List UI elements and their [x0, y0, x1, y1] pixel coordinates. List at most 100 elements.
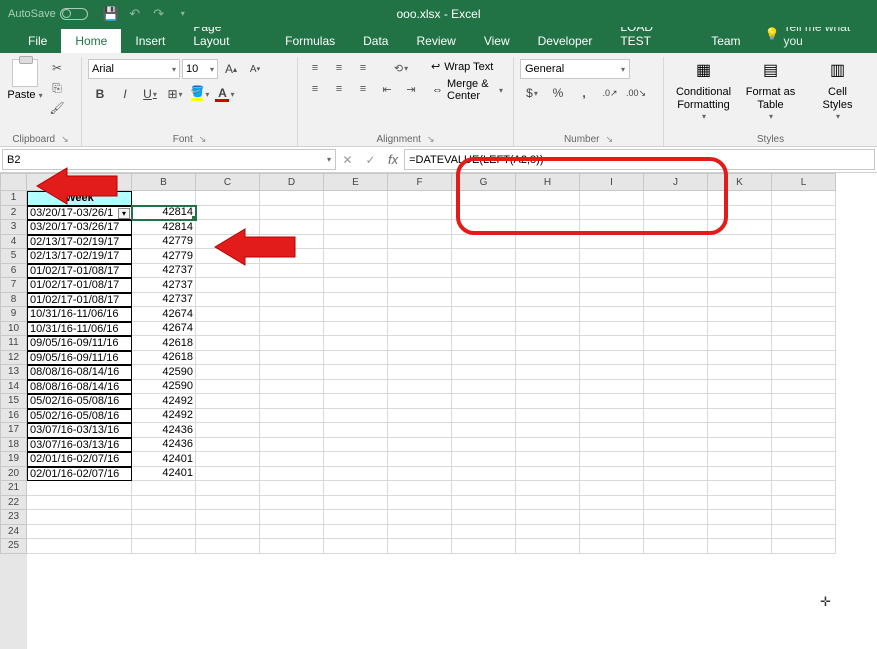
cell-J11[interactable]: [644, 336, 708, 351]
border-button[interactable]: ⊞▾: [163, 83, 187, 105]
cell-D1[interactable]: [260, 191, 324, 206]
cell-B14[interactable]: 42590: [132, 380, 196, 395]
cell-G21[interactable]: [452, 481, 516, 496]
cell-J13[interactable]: [644, 365, 708, 380]
cell-H14[interactable]: [516, 380, 580, 395]
cell-B18[interactable]: 42436: [132, 438, 196, 453]
cell-I19[interactable]: [580, 452, 644, 467]
cell-E2[interactable]: [324, 206, 388, 221]
cell-H6[interactable]: [516, 264, 580, 279]
cell-H10[interactable]: [516, 322, 580, 337]
cell-A12[interactable]: 09/05/16-09/11/16: [27, 351, 132, 366]
cell-B21[interactable]: [132, 481, 196, 496]
cell-A16[interactable]: 05/02/16-05/08/16: [27, 409, 132, 424]
col-header-I[interactable]: I: [580, 173, 644, 191]
cell-F22[interactable]: [388, 496, 452, 511]
cell-F24[interactable]: [388, 525, 452, 540]
cell-H19[interactable]: [516, 452, 580, 467]
cell-L3[interactable]: [772, 220, 836, 235]
cell-K9[interactable]: [708, 307, 772, 322]
cell-I8[interactable]: [580, 293, 644, 308]
cell-D11[interactable]: [260, 336, 324, 351]
col-header-J[interactable]: J: [644, 173, 708, 191]
font-name-select[interactable]: Arial▾: [88, 59, 180, 79]
cell-J25[interactable]: [644, 539, 708, 554]
cell-L9[interactable]: [772, 307, 836, 322]
cell-H24[interactable]: [516, 525, 580, 540]
cell-J15[interactable]: [644, 394, 708, 409]
cell-B9[interactable]: 42674: [132, 307, 196, 322]
row-header-6[interactable]: 6: [0, 264, 27, 279]
col-header-A[interactable]: A: [27, 173, 132, 191]
cell-L2[interactable]: [772, 206, 836, 221]
cell-L1[interactable]: [772, 191, 836, 206]
cell-F17[interactable]: [388, 423, 452, 438]
save-icon[interactable]: 💾: [102, 5, 120, 23]
cell-F10[interactable]: [388, 322, 452, 337]
row-header-25[interactable]: 25: [0, 539, 27, 554]
cell-K16[interactable]: [708, 409, 772, 424]
cell-A19[interactable]: 02/01/16-02/07/16: [27, 452, 132, 467]
cell-E1[interactable]: [324, 191, 388, 206]
cell-G7[interactable]: [452, 278, 516, 293]
cell-D24[interactable]: [260, 525, 324, 540]
cell-I16[interactable]: [580, 409, 644, 424]
col-header-K[interactable]: K: [708, 173, 772, 191]
cell-J8[interactable]: [644, 293, 708, 308]
align-left-icon[interactable]: ≡: [304, 80, 326, 98]
cell-L8[interactable]: [772, 293, 836, 308]
cell-D13[interactable]: [260, 365, 324, 380]
cell-D19[interactable]: [260, 452, 324, 467]
cell-D22[interactable]: [260, 496, 324, 511]
cell-B16[interactable]: 42492: [132, 409, 196, 424]
cell-E5[interactable]: [324, 249, 388, 264]
cell-B25[interactable]: [132, 539, 196, 554]
cell-D23[interactable]: [260, 510, 324, 525]
row-header-1[interactable]: 1: [0, 191, 27, 206]
cell-C8[interactable]: [196, 293, 260, 308]
row-header-8[interactable]: 8: [0, 293, 27, 308]
cell-H22[interactable]: [516, 496, 580, 511]
cell-K19[interactable]: [708, 452, 772, 467]
row-header-21[interactable]: 21: [0, 481, 27, 496]
cell-H8[interactable]: [516, 293, 580, 308]
cell-D20[interactable]: [260, 467, 324, 482]
cell-K24[interactable]: [708, 525, 772, 540]
cell-L10[interactable]: [772, 322, 836, 337]
cell-B3[interactable]: 42814: [132, 220, 196, 235]
cell-F6[interactable]: [388, 264, 452, 279]
tab-developer[interactable]: Developer: [524, 29, 607, 53]
cell-G10[interactable]: [452, 322, 516, 337]
cell-B19[interactable]: 42401: [132, 452, 196, 467]
cell-K18[interactable]: [708, 438, 772, 453]
cell-F11[interactable]: [388, 336, 452, 351]
cell-I20[interactable]: [580, 467, 644, 482]
cell-E22[interactable]: [324, 496, 388, 511]
cell-L15[interactable]: [772, 394, 836, 409]
row-header-10[interactable]: 10: [0, 322, 27, 337]
cell-K15[interactable]: [708, 394, 772, 409]
cell-E15[interactable]: [324, 394, 388, 409]
cell-D2[interactable]: [260, 206, 324, 221]
cell-C9[interactable]: [196, 307, 260, 322]
cell-E23[interactable]: [324, 510, 388, 525]
underline-button[interactable]: U▾: [138, 83, 162, 105]
cell-D16[interactable]: [260, 409, 324, 424]
qat-dropdown-icon[interactable]: ▾: [174, 5, 192, 23]
cell-H5[interactable]: [516, 249, 580, 264]
cell-C4[interactable]: [196, 235, 260, 250]
cell-D18[interactable]: [260, 438, 324, 453]
cell-E17[interactable]: [324, 423, 388, 438]
number-format-select[interactable]: General▾: [520, 59, 630, 79]
cell-F8[interactable]: [388, 293, 452, 308]
cell-A8[interactable]: 01/02/17-01/08/17: [27, 293, 132, 308]
cell-H15[interactable]: [516, 394, 580, 409]
cell-A22[interactable]: [27, 496, 132, 511]
cell-F14[interactable]: [388, 380, 452, 395]
paste-button[interactable]: Paste▾: [6, 59, 44, 101]
cell-D9[interactable]: [260, 307, 324, 322]
cell-F5[interactable]: [388, 249, 452, 264]
cell-K1[interactable]: [708, 191, 772, 206]
formula-input[interactable]: =DATEVALUE(LEFT(A2,8)): [404, 149, 875, 170]
cell-H11[interactable]: [516, 336, 580, 351]
